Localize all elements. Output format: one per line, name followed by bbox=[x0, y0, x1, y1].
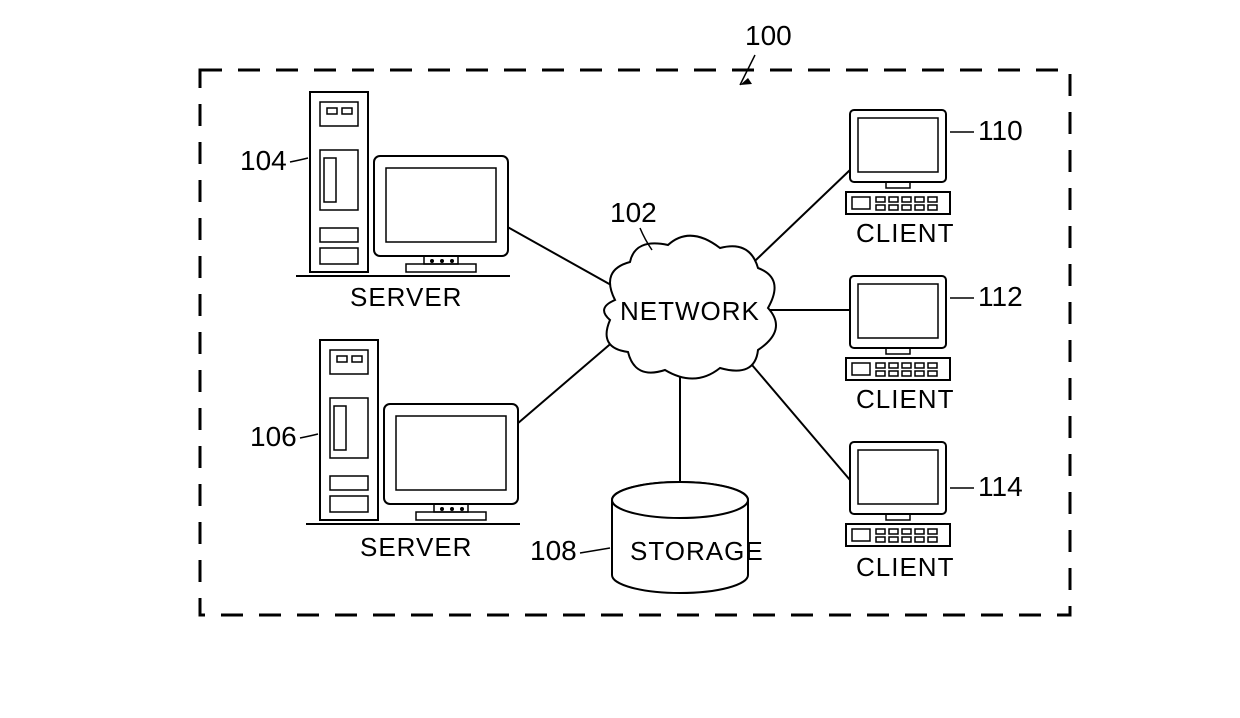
network-diagram: 100 NETWORK 102 STORAGE 108 bbox=[0, 0, 1240, 718]
storage-label: STORAGE bbox=[630, 536, 764, 566]
server-106-label: SERVER bbox=[360, 532, 472, 562]
ref-112: 112 bbox=[978, 281, 1023, 312]
link-server104-network bbox=[495, 220, 620, 290]
network-label: NETWORK bbox=[620, 296, 760, 326]
ref-106: 106 bbox=[250, 421, 297, 452]
client-114-label: CLIENT bbox=[856, 552, 954, 582]
client-110 bbox=[846, 110, 950, 214]
server-106 bbox=[306, 340, 520, 524]
ref-104: 104 bbox=[240, 145, 287, 176]
link-server106-network bbox=[510, 340, 615, 430]
ref-108: 108 bbox=[530, 535, 577, 566]
server-104-label: SERVER bbox=[350, 282, 462, 312]
client-112 bbox=[846, 276, 950, 380]
client-112-label: CLIENT bbox=[856, 384, 954, 414]
storage-icon: STORAGE bbox=[612, 482, 764, 593]
client-114 bbox=[846, 442, 950, 546]
ref-100: 100 bbox=[745, 20, 792, 51]
server-104 bbox=[296, 92, 510, 276]
ref-110: 110 bbox=[978, 115, 1023, 146]
ref-114: 114 bbox=[978, 471, 1023, 502]
client-110-label: CLIENT bbox=[856, 218, 954, 248]
ref-102: 102 bbox=[610, 197, 657, 228]
network-cloud: NETWORK bbox=[604, 236, 776, 379]
